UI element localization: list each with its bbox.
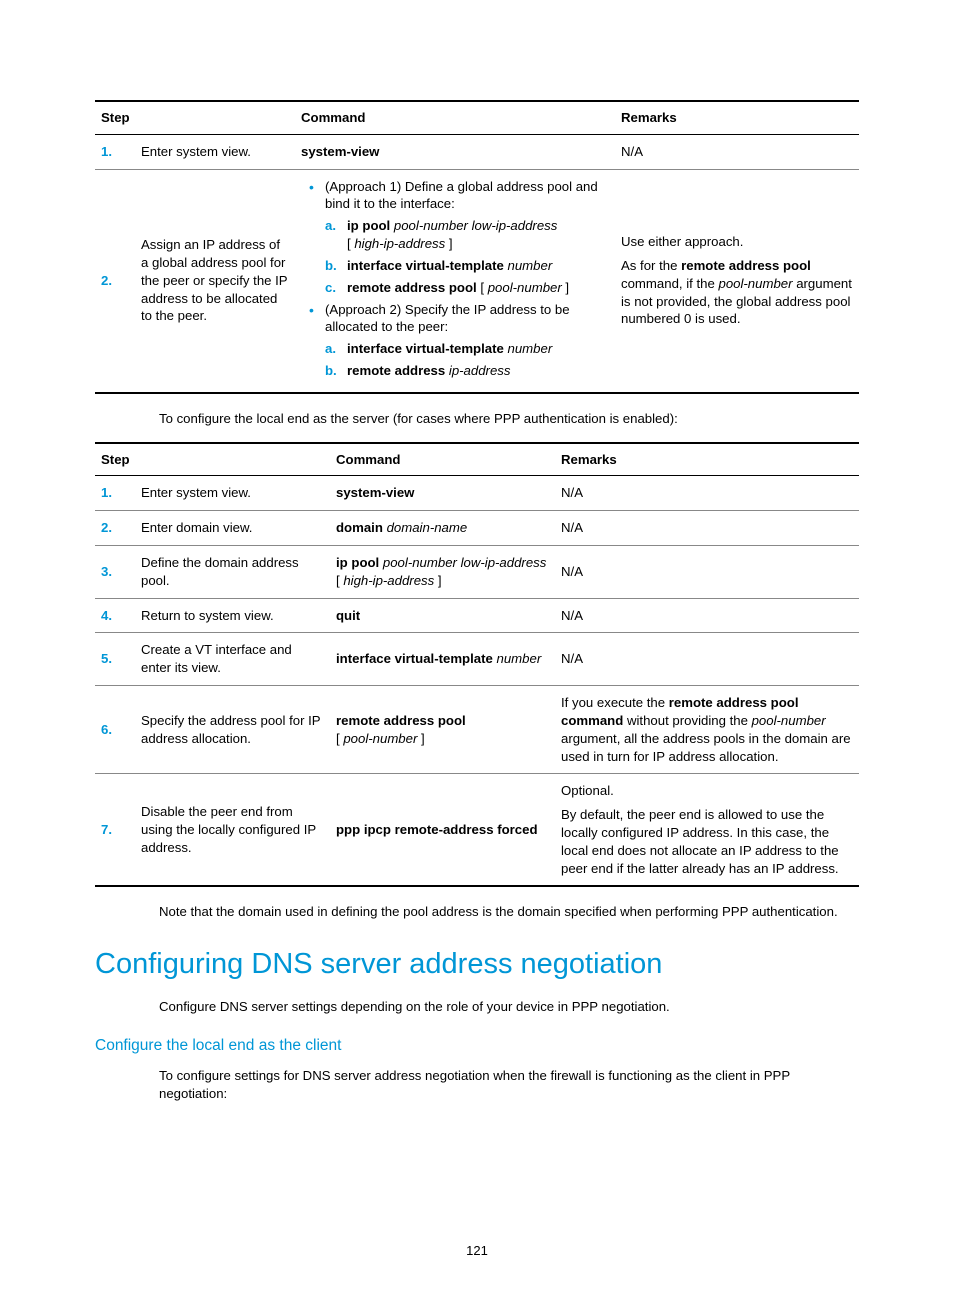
paragraph-3: Configure DNS server settings depending … bbox=[159, 998, 859, 1016]
step-cmd: quit bbox=[330, 598, 555, 633]
step-remarks: N/A bbox=[555, 633, 859, 686]
step-desc: Enter domain view. bbox=[135, 511, 330, 546]
step-num: 3. bbox=[95, 546, 135, 599]
step-num: 7. bbox=[95, 774, 135, 887]
step-remarks: N/A bbox=[555, 476, 859, 511]
th-remarks: Remarks bbox=[615, 101, 859, 134]
step-num: 6. bbox=[95, 686, 135, 774]
table-row: 7. Disable the peer end from using the l… bbox=[95, 774, 859, 887]
step-desc: Enter system view. bbox=[135, 134, 295, 169]
approach-1-label: (Approach 1) Define a global address poo… bbox=[325, 179, 598, 212]
step-num: 4. bbox=[95, 598, 135, 633]
table-1: Step Command Remarks 1. Enter system vie… bbox=[95, 100, 859, 394]
step-desc: Specify the address pool for IP address … bbox=[135, 686, 330, 774]
step-cmd: interface virtual-template number bbox=[330, 633, 555, 686]
approach-2-label: (Approach 2) Specify the IP address to b… bbox=[325, 302, 570, 335]
table-row: 2. Enter domain view. domain domain-name… bbox=[95, 511, 859, 546]
table-row: 3. Define the domain address pool. ip po… bbox=[95, 546, 859, 599]
step-desc: Disable the peer end from using the loca… bbox=[135, 774, 330, 887]
th-remarks: Remarks bbox=[555, 443, 859, 476]
th-command: Command bbox=[295, 101, 615, 134]
table-row: 6. Specify the address pool for IP addre… bbox=[95, 686, 859, 774]
step-desc: Define the domain address pool. bbox=[135, 546, 330, 599]
step-remarks: Use either approach. As for the remote a… bbox=[615, 169, 859, 393]
table-2: Step Command Remarks 1. Enter system vie… bbox=[95, 442, 859, 888]
table-row: 1. Enter system view. system-view N/A bbox=[95, 134, 859, 169]
paragraph-4: To configure settings for DNS server add… bbox=[159, 1067, 859, 1103]
step-remarks: N/A bbox=[615, 134, 859, 169]
table-row: 4. Return to system view. quit N/A bbox=[95, 598, 859, 633]
page-number: 121 bbox=[0, 1242, 954, 1260]
step-remarks: N/A bbox=[555, 546, 859, 599]
step-desc: Create a VT interface and enter its view… bbox=[135, 633, 330, 686]
step-desc: Enter system view. bbox=[135, 476, 330, 511]
paragraph-2: Note that the domain used in defining th… bbox=[159, 903, 859, 921]
step-cmd: (Approach 1) Define a global address poo… bbox=[295, 169, 615, 393]
table-row: 5. Create a VT interface and enter its v… bbox=[95, 633, 859, 686]
th-command: Command bbox=[330, 443, 555, 476]
subsection-heading: Configure the local end as the client bbox=[95, 1036, 859, 1057]
table-row: 1. Enter system view. system-view N/A bbox=[95, 476, 859, 511]
step-num: 5. bbox=[95, 633, 135, 686]
section-heading: Configuring DNS server address negotiati… bbox=[95, 945, 859, 984]
step-num: 1. bbox=[95, 476, 135, 511]
step-remarks: N/A bbox=[555, 598, 859, 633]
step-cmd: domain domain-name bbox=[330, 511, 555, 546]
step-cmd: system-view bbox=[330, 476, 555, 511]
paragraph-1: To configure the local end as the server… bbox=[159, 410, 859, 428]
step-remarks: Optional. By default, the peer end is al… bbox=[555, 774, 859, 887]
th-step: Step bbox=[95, 443, 330, 476]
step-cmd: remote address pool[ pool-number ] bbox=[330, 686, 555, 774]
step-cmd: ip pool pool-number low-ip-address[ high… bbox=[330, 546, 555, 599]
step-desc: Return to system view. bbox=[135, 598, 330, 633]
step-remarks: If you execute the remote address pool c… bbox=[555, 686, 859, 774]
step-cmd: system-view bbox=[295, 134, 615, 169]
step-num: 2. bbox=[95, 169, 135, 393]
step-remarks: N/A bbox=[555, 511, 859, 546]
table-row: 2. Assign an IP address of a global addr… bbox=[95, 169, 859, 393]
step-num: 2. bbox=[95, 511, 135, 546]
th-step: Step bbox=[95, 101, 295, 134]
step-cmd: ppp ipcp remote-address forced bbox=[330, 774, 555, 887]
step-num: 1. bbox=[95, 134, 135, 169]
step-desc: Assign an IP address of a global address… bbox=[135, 169, 295, 393]
